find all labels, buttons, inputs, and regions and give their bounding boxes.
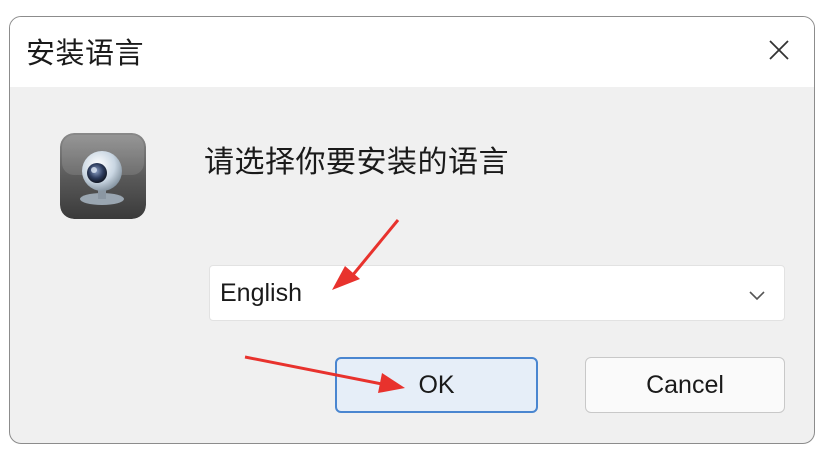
screen: 安装语言 请选择你要安装的语言 English OK Cancel — [0, 0, 830, 452]
webcam-icon — [60, 133, 146, 219]
chevron-down-icon — [749, 291, 765, 301]
cancel-button-label: Cancel — [646, 370, 724, 399]
ok-button[interactable]: OK — [335, 357, 538, 413]
cancel-button[interactable]: Cancel — [585, 357, 785, 413]
close-button[interactable] — [756, 27, 802, 73]
dialog-title: 安装语言 — [26, 36, 145, 70]
ok-button-label: OK — [418, 370, 455, 399]
close-icon — [769, 40, 789, 60]
language-select-value: English — [220, 279, 302, 307]
title-bar: 安装语言 — [10, 17, 814, 87]
language-select[interactable]: English — [209, 265, 785, 321]
prompt-label: 请选择你要安装的语言 — [204, 145, 509, 180]
install-language-dialog: 安装语言 请选择你要安装的语言 English OK Cancel — [9, 16, 815, 444]
